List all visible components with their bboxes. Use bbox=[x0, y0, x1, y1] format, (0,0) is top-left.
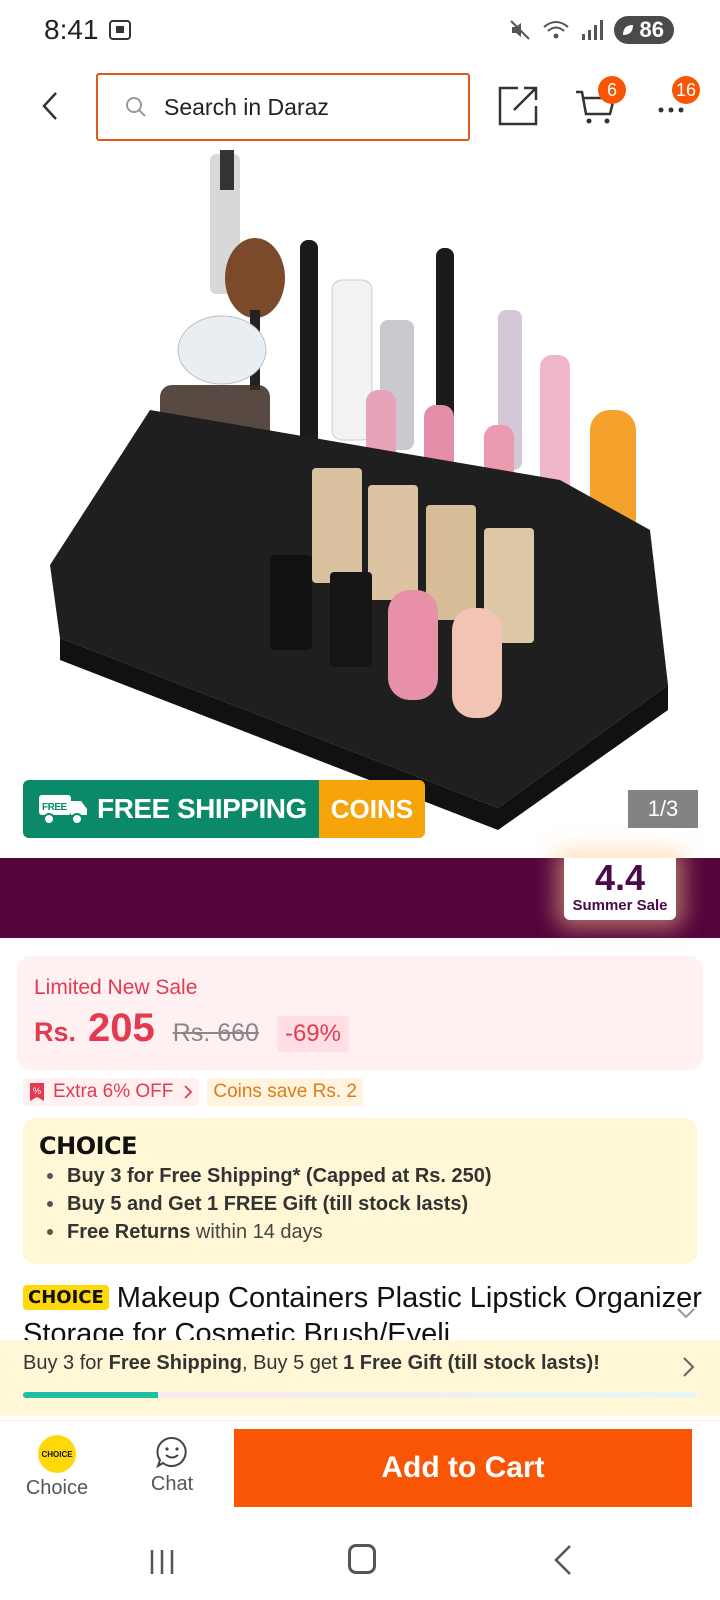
voucher-icon: % bbox=[30, 1083, 44, 1101]
coins-label: COINS bbox=[330, 793, 414, 824]
extra-off-chip[interactable]: % Extra 6% OFF bbox=[23, 1078, 200, 1106]
benefit-item: Buy 3 for Free Shipping* (Capped at Rs. … bbox=[47, 1162, 492, 1190]
recents-icon[interactable] bbox=[148, 1546, 178, 1576]
status-time: 8:41 bbox=[44, 14, 99, 45]
system-nav-bar bbox=[0, 1516, 720, 1600]
signal-icon bbox=[581, 20, 603, 40]
share-button[interactable] bbox=[496, 84, 540, 128]
benefit-item: Free Returns within 14 days bbox=[47, 1218, 492, 1246]
choice-logo: CHOICE bbox=[39, 1132, 138, 1160]
battery-indicator: 86 bbox=[613, 16, 674, 44]
back-button[interactable] bbox=[30, 84, 70, 128]
wifi-icon bbox=[542, 21, 569, 39]
bottom-action-bar: CHOICE Choice Chat Add to Cart bbox=[0, 1420, 720, 1516]
benefit-item: Buy 5 and Get 1 FREE Gift (till stock la… bbox=[47, 1190, 492, 1218]
bundle-offer-text: Buy 3 for Free Shipping, Buy 5 get 1 Fre… bbox=[23, 1352, 600, 1374]
image-page-indicator: 1/3 bbox=[628, 790, 698, 828]
bundle-offer-strip[interactable]: Buy 3 for Free Shipping, Buy 5 get 1 Fre… bbox=[0, 1340, 720, 1416]
search-box[interactable] bbox=[96, 73, 470, 141]
free-shipping-banner: FREE FREE SHIPPING COINS bbox=[23, 780, 426, 838]
chat-icon bbox=[156, 1436, 187, 1469]
status-bar: 8:41 86 bbox=[0, 0, 720, 62]
promo-chips: % Extra 6% OFF Coins save Rs. 2 bbox=[23, 1078, 363, 1106]
screenshot-icon bbox=[109, 20, 131, 40]
sale-label: Limited New Sale bbox=[34, 976, 198, 999]
coins-save-label: Coins save Rs. 2 bbox=[213, 1081, 357, 1102]
discount-badge: -69% bbox=[276, 1016, 349, 1052]
title-choice-badge: CHOICE bbox=[23, 1285, 109, 1310]
bundle-progress-bar bbox=[23, 1392, 697, 1398]
mute-icon bbox=[509, 20, 530, 40]
coins-save-chip: Coins save Rs. 2 bbox=[207, 1078, 363, 1106]
campaign-date: 4.4 bbox=[594, 857, 646, 898]
chat-tab[interactable]: Chat bbox=[132, 1435, 212, 1496]
add-to-cart-button[interactable]: Add to Cart bbox=[234, 1429, 692, 1507]
campaign-strip[interactable]: 4.4 Summer Sale bbox=[0, 858, 720, 938]
more-options-button[interactable]: 16 bbox=[656, 76, 701, 128]
chevron-down-icon[interactable] bbox=[676, 1306, 696, 1320]
delivery-truck-icon: FREE bbox=[39, 795, 87, 825]
bundle-progress-fill bbox=[23, 1392, 158, 1398]
cart-button[interactable]: 6 bbox=[574, 76, 626, 128]
chevron-left-icon bbox=[42, 92, 57, 120]
share-icon bbox=[498, 86, 538, 126]
search-icon bbox=[126, 97, 146, 117]
free-shipping-section: FREE FREE SHIPPING bbox=[23, 780, 319, 838]
product-image bbox=[50, 150, 668, 830]
product-title: CHOICE Makeup Containers Plastic Lipstick… bbox=[23, 1280, 713, 1340]
chat-tab-label: Chat bbox=[150, 1473, 194, 1495]
extra-off-label: Extra 6% OFF bbox=[53, 1081, 174, 1102]
product-title-text: Makeup Containers Plastic Lipstick Organ… bbox=[23, 1282, 702, 1340]
free-tag: FREE bbox=[42, 802, 68, 813]
coins-section: COINS bbox=[318, 780, 426, 838]
choice-benefits-list: Buy 3 for Free Shipping* (Capped at Rs. … bbox=[47, 1162, 492, 1246]
back-icon[interactable] bbox=[552, 1544, 574, 1576]
status-indicators: 86 bbox=[508, 16, 674, 44]
svg-text:%: % bbox=[33, 1086, 41, 1096]
choice-tab-label: Choice bbox=[25, 1477, 89, 1499]
home-icon[interactable] bbox=[348, 1544, 376, 1574]
chevron-right-icon bbox=[683, 1357, 695, 1377]
current-price: 205 bbox=[88, 1006, 155, 1050]
chevron-right-icon bbox=[184, 1085, 193, 1099]
campaign-name: Summer Sale bbox=[572, 897, 668, 914]
cart-badge: 6 bbox=[598, 76, 626, 104]
price-card: Limited New Sale Rs. 205 Rs. 660 -69% bbox=[17, 956, 703, 1070]
choice-benefits-card[interactable]: CHOICE Buy 3 for Free Shipping* (Capped … bbox=[23, 1118, 697, 1264]
search-input[interactable] bbox=[164, 93, 444, 121]
campaign-badge: 4.4 Summer Sale bbox=[564, 858, 676, 920]
price-row: Rs. 205 Rs. 660 -69% bbox=[34, 1006, 349, 1052]
top-header: 6 16 bbox=[0, 62, 720, 150]
free-shipping-label: FREE SHIPPING bbox=[97, 793, 307, 824]
battery-saver-icon bbox=[622, 25, 633, 35]
product-image-gallery[interactable]: FREE FREE SHIPPING COINS 1/3 bbox=[0, 150, 720, 850]
original-price: Rs. 660 bbox=[172, 1019, 259, 1047]
price-currency: Rs. bbox=[34, 1017, 77, 1047]
battery-level: 86 bbox=[639, 17, 664, 42]
notification-badge: 16 bbox=[672, 76, 701, 104]
choice-badge-icon: CHOICE bbox=[38, 1435, 76, 1473]
choice-tab[interactable]: CHOICE Choice bbox=[14, 1435, 100, 1500]
